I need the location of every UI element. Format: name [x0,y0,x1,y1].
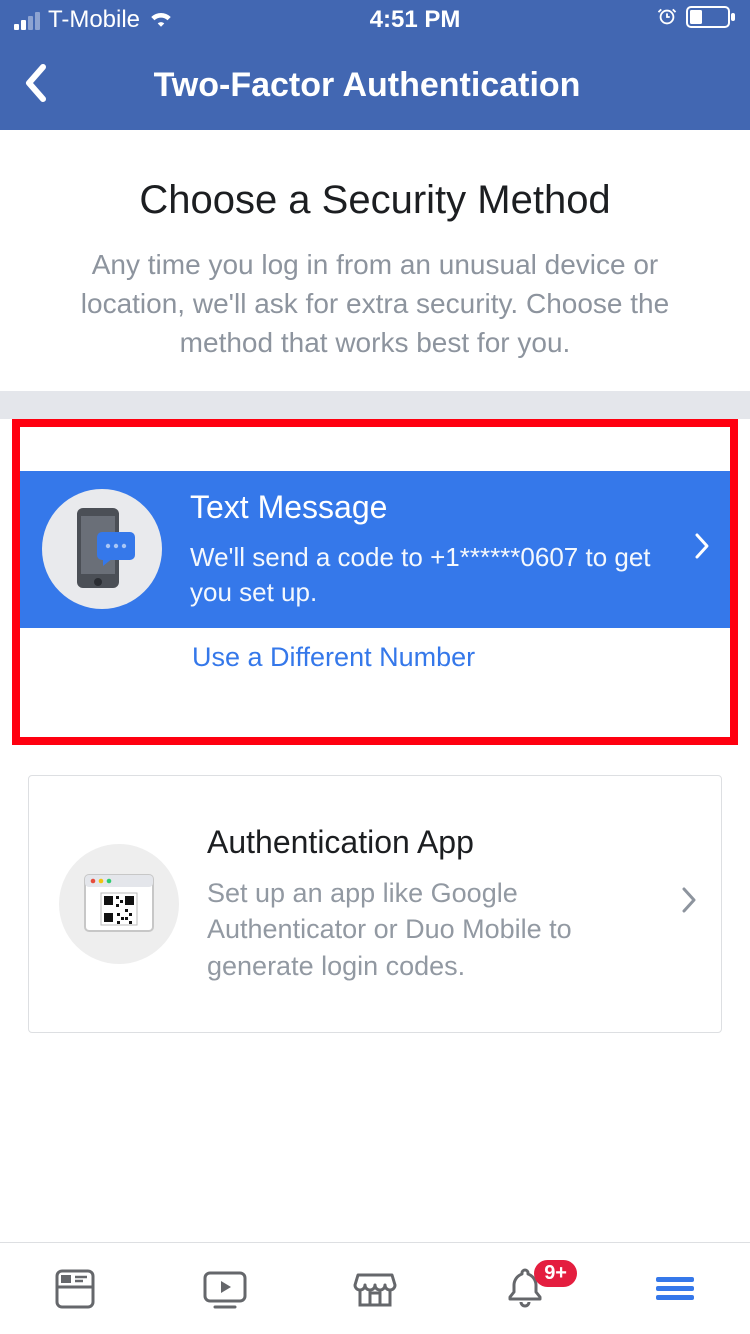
wifi-icon [148,6,174,34]
carrier-label: T-Mobile [48,6,140,34]
header-subtitle: Any time you log in from an unusual devi… [36,245,714,363]
phone-sms-icon [42,489,162,609]
time-label: 4:51 PM [370,6,461,34]
page-header: Choose a Security Method Any time you lo… [0,130,750,391]
text-message-desc: We'll send a code to +1******0607 to get… [190,540,684,610]
alarm-icon [656,6,678,35]
battery-icon [686,6,736,35]
notification-badge: 9+ [534,1260,577,1287]
status-left: T-Mobile [14,6,174,34]
tab-marketplace[interactable] [345,1267,405,1311]
tab-feed[interactable] [45,1267,105,1311]
page-title: Two-Factor Authentication [8,66,726,105]
tab-watch[interactable] [195,1267,255,1311]
qr-app-icon [59,844,179,964]
tab-bar: 9+ [0,1242,750,1334]
nav-bar: Two-Factor Authentication [0,40,750,130]
text-message-option-highlight: Text Message We'll send a code to +1****… [12,419,738,745]
tab-notifications[interactable]: 9+ [495,1266,555,1312]
use-different-number-link[interactable]: Use a Different Number [20,628,730,673]
header-title: Choose a Security Method [36,178,714,223]
text-message-option[interactable]: Text Message We'll send a code to +1****… [20,471,730,628]
signal-icon [14,10,40,30]
status-bar: T-Mobile 4:51 PM [0,0,750,40]
chevron-right-icon [671,884,697,923]
auth-app-option[interactable]: Authentication App Set up an app like Go… [28,775,722,1033]
tab-menu[interactable] [645,1273,705,1304]
status-right [656,6,736,35]
section-separator [0,391,750,419]
auth-app-desc: Set up an app like Google Authenticator … [207,875,671,984]
auth-app-body: Authentication App Set up an app like Go… [207,824,671,984]
text-message-title: Text Message [190,489,684,526]
auth-app-title: Authentication App [207,824,671,861]
chevron-right-icon [684,530,710,569]
text-message-body: Text Message We'll send a code to +1****… [190,489,684,610]
